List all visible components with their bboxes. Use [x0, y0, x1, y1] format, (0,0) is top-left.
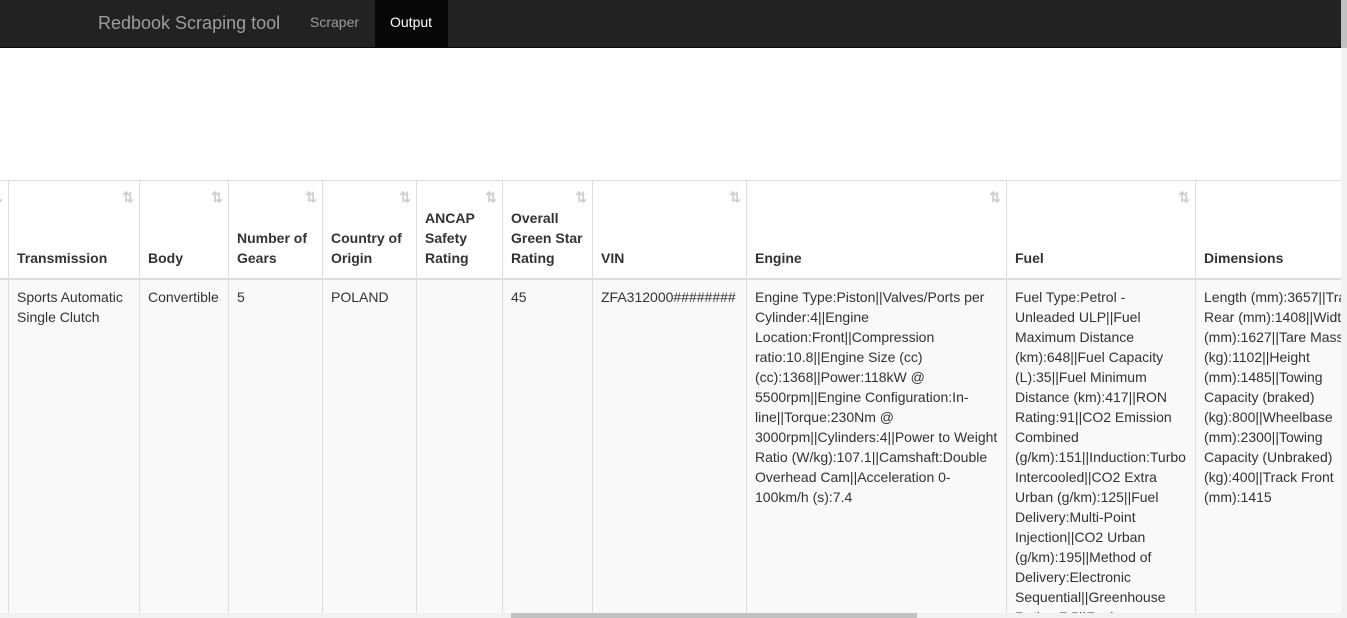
cell-engine: Engine Type:Piston||Valves/Ports per Cyl…	[746, 279, 1007, 616]
output-table: ⇅ ⇅Transmission ⇅Body ⇅Number of Gears ⇅…	[0, 181, 1341, 616]
column-header-vin[interactable]: ⇅ VIN	[592, 181, 747, 280]
cell-transmission: Sports Automatic Single Clutch	[8, 279, 140, 616]
cell-ancap	[416, 279, 503, 616]
sort-arrows-icon[interactable]: ⇅	[729, 189, 741, 205]
sort-arrows-icon[interactable]: ⇅	[0, 189, 3, 205]
cell-vin: ZFA312000########	[592, 279, 747, 616]
horizontal-scrollbar-thumb[interactable]	[511, 613, 917, 618]
column-header-origin[interactable]: ⇅ Country of Origin	[322, 181, 417, 280]
cell-origin: POLAND	[322, 279, 417, 616]
sort-arrows-icon[interactable]: ⇅	[575, 189, 587, 205]
vertical-scrollbar[interactable]	[1341, 0, 1347, 618]
column-header-dimensions[interactable]: ⇅Dimensions	[1195, 181, 1341, 280]
vertical-scrollbar-thumb[interactable]	[1341, 0, 1347, 48]
column-header-ancap[interactable]: ⇅ ANCAP Safety Rating	[416, 181, 503, 280]
horizontal-scrollbar[interactable]	[0, 613, 1341, 618]
sort-arrows-icon[interactable]: ⇅	[989, 189, 1001, 205]
navbar: Redbook Scraping tool Scraper Output	[0, 0, 1341, 48]
sort-arrows-icon[interactable]: ⇅	[1178, 189, 1190, 205]
sort-arrows-icon[interactable]: ⇅	[485, 189, 497, 205]
table-row: Sports Automatic Single Clutch Convertib…	[0, 279, 1341, 616]
nav-tab-output[interactable]: Output	[375, 0, 448, 47]
output-table-container: ⇅ ⇅Transmission ⇅Body ⇅Number of Gears ⇅…	[0, 180, 1341, 616]
column-header-gears[interactable]: ⇅ Number of Gears	[228, 181, 323, 280]
nav-tab-scraper[interactable]: Scraper	[295, 0, 374, 47]
column-header-engine[interactable]: ⇅ Engine	[746, 181, 1007, 280]
cell-prev	[0, 279, 9, 616]
column-header-transmission[interactable]: ⇅ Transmission	[8, 181, 140, 280]
cell-fuel: Fuel Type:Petrol - Unleaded ULP||Fuel Ma…	[1006, 279, 1196, 616]
column-header-body[interactable]: ⇅ Body	[139, 181, 229, 280]
sort-arrows-icon[interactable]: ⇅	[305, 189, 317, 205]
cell-body: Convertible	[139, 279, 229, 616]
cell-gears: 5	[228, 279, 323, 616]
column-header-fuel[interactable]: ⇅ Fuel	[1006, 181, 1196, 280]
column-header-green-star[interactable]: ⇅ Overall Green Star Rating	[502, 181, 593, 280]
sort-arrows-icon[interactable]: ⇅	[211, 189, 223, 205]
cell-green-star: 45	[502, 279, 593, 616]
cell-dimensions: Length (mm):3657||Track Rear (mm):1408||…	[1195, 279, 1341, 616]
sort-arrows-icon[interactable]: ⇅	[399, 189, 411, 205]
brand-title[interactable]: Redbook Scraping tool	[98, 12, 280, 34]
sort-arrows-icon[interactable]: ⇅	[122, 189, 134, 205]
table-header-row: ⇅ ⇅Transmission ⇅Body ⇅Number of Gears ⇅…	[0, 181, 1341, 280]
column-header-prev[interactable]: ⇅	[0, 181, 9, 280]
